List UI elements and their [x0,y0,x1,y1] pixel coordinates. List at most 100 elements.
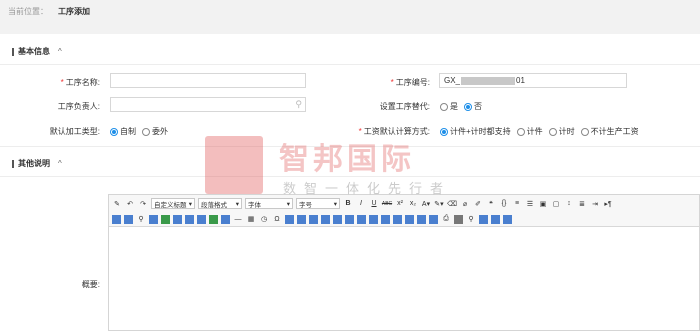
attachment-icon[interactable]: ⚲ [136,214,146,224]
editor-toolbar-row2: ⚲ — ▦ ◷ Ω ⎙ ⚲ [109,212,699,227]
clear-format-icon[interactable]: ⌫ [447,199,457,209]
map-icon[interactable] [197,214,206,224]
rich-text-editor[interactable]: ✎ ↶ ↷ 自定义标题 ▾ 段落格式 ▾ 字体 ▾ 字号 ▾ B I U ABC x² … [108,194,700,331]
watermark-subtext: 数智一体化先行者 [283,181,452,196]
process-name-input[interactable] [110,73,306,88]
chevron-up-icon[interactable]: ^ [58,47,62,56]
gmap-icon[interactable] [209,214,218,224]
image-icon[interactable] [112,214,121,224]
section-other-header[interactable]: 其他说明 ^ [12,158,62,169]
split-rows-icon[interactable] [405,214,414,224]
brush-icon[interactable]: ✐ [473,199,483,209]
section-other-title: 其他说明 [18,159,50,168]
font-family-select[interactable]: 字体 ▾ [245,198,293,209]
time-icon[interactable]: ◷ [259,214,269,224]
radio-off-icon [440,102,448,111]
search-icon[interactable]: ⚲ [295,99,302,110]
chevron-up-icon[interactable]: ^ [58,159,62,168]
dropdown-arrow-icon: ▾ [235,200,239,208]
section-basic-header[interactable]: 基本信息 ^ [12,46,62,57]
dropdown-arrow-icon: ▾ [333,200,337,208]
alt-setting-radios: 是 否 [440,101,482,112]
split-cells-icon[interactable] [393,214,402,224]
superscript-icon[interactable]: x² [395,199,405,209]
ltr-icon[interactable]: ▸¶ [603,199,613,209]
horizontal-rule-icon[interactable]: — [233,214,243,224]
fullscreen-icon[interactable] [503,214,512,224]
strikethrough-button[interactable]: ABC [382,199,392,209]
delete-col-icon[interactable] [345,214,354,224]
italic-button[interactable]: I [356,199,366,209]
quote-icon[interactable]: ❝ [486,199,496,209]
bold-button[interactable]: B [343,199,353,209]
print-icon[interactable]: ⎙ [441,214,451,224]
html-icon[interactable] [479,214,488,224]
radio-off-icon [580,127,589,136]
help-icon[interactable] [491,214,500,224]
delete-row-icon[interactable] [321,214,330,224]
summary-label: 概要: [81,280,100,289]
insert-row-icon[interactable] [309,214,318,224]
watermark-logo [205,136,263,194]
select-all-icon[interactable]: ▣ [538,199,548,209]
calc-both-radio[interactable]: 计件+计时都支持 [440,126,511,137]
dropdown-arrow-icon: ▾ [286,200,290,208]
code-redacted [461,76,516,85]
music-icon[interactable] [185,214,194,224]
link-icon[interactable] [149,214,158,224]
merge-cells-icon[interactable] [357,214,366,224]
special-char-icon[interactable]: Ω [272,214,282,224]
split-cols-icon[interactable] [417,214,426,224]
process-code-input[interactable]: GX_ 01 [439,73,627,88]
date-icon[interactable]: ▦ [246,214,256,224]
type-self-radio[interactable]: 自制 [110,126,136,137]
font-color-icon[interactable]: A▾ [421,199,431,209]
frame-icon[interactable] [221,214,230,224]
line-height-icon[interactable]: ↕ [564,199,574,209]
calc-none-radio[interactable]: 不计生产工资 [580,126,639,137]
redo-icon[interactable]: ↷ [138,199,148,209]
radio-on-icon [464,102,472,111]
underline-button[interactable]: U [369,199,379,209]
code-prefix: GX_ [444,76,461,85]
custom-title-select[interactable]: 自定义标题 ▾ [151,198,195,209]
paragraph-format-select[interactable]: 段落格式 ▾ [198,198,242,209]
process-owner-input[interactable]: ⚲ [110,97,306,112]
watermark-text: 智邦国际 [279,143,415,176]
type-outsource-radio[interactable]: 委外 [142,126,168,137]
insert-col-icon[interactable] [333,214,342,224]
picture-icon[interactable] [161,214,170,224]
merge-right-icon[interactable] [369,214,378,224]
ordered-list-icon[interactable]: ≡ [512,199,522,209]
font-size-select[interactable]: 字号 ▾ [296,198,340,209]
unordered-list-icon[interactable]: ☰ [525,199,535,209]
undo-icon[interactable]: ↶ [125,199,135,209]
emotion-icon[interactable] [285,214,294,224]
merge-down-icon[interactable] [381,214,390,224]
video-icon[interactable] [173,214,182,224]
table-icon[interactable] [297,214,306,224]
default-type-label: 默认加工类型: [49,127,100,136]
calc-piece-radio[interactable]: 计件 [516,126,543,137]
wage-calc-radios: 计件+计时都支持 计件 计时 不计生产工资 [440,126,639,137]
highlight-icon[interactable]: ✎▾ [434,199,444,209]
search-replace-icon[interactable]: ⚲ [466,214,476,224]
code-suffix: 01 [516,76,525,85]
eraser-icon[interactable]: ⌀ [460,199,470,209]
indent-icon[interactable]: ⇥ [590,199,600,209]
calc-time-radio[interactable]: 计时 [548,126,575,137]
alt-yes-radio[interactable]: 是 [440,101,458,112]
radio-off-icon [548,127,557,136]
table-props-icon[interactable] [429,214,438,224]
editor-toolbar-row1: ✎ ↶ ↷ 自定义标题 ▾ 段落格式 ▾ 字体 ▾ 字号 ▾ B I U ABC x² … [109,195,699,212]
process-name-label: * 工序名称: [60,78,100,87]
alt-no-radio[interactable]: 否 [464,101,482,112]
radio-on-icon [440,127,448,136]
clear-doc-icon[interactable]: ▢ [551,199,561,209]
preview-icon[interactable] [454,214,463,224]
code-icon[interactable]: {} [499,199,509,209]
align-icon[interactable]: ≣ [577,199,587,209]
save-icon[interactable] [124,214,133,224]
subscript-icon[interactable]: x₂ [408,199,418,209]
format-painter-icon[interactable]: ✎ [112,199,122,209]
